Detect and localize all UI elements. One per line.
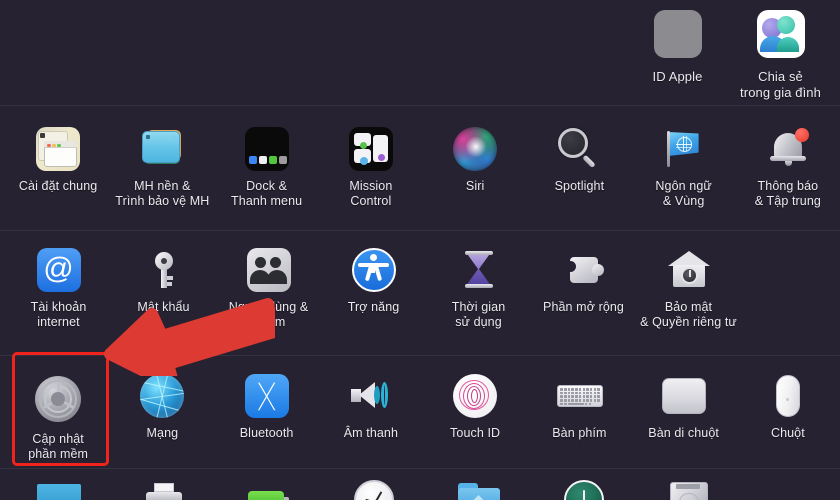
settings-item-sharing[interactable] (426, 477, 531, 500)
settings-item-startup-disk[interactable] (636, 477, 741, 500)
notification-badge (794, 128, 809, 142)
system-settings-window: ID Apple Chia sẻ trong gia đình Cài đặt … (0, 0, 840, 500)
settings-item-wallpaper[interactable]: MH nền & Trình bảo vệ MH (110, 126, 214, 208)
settings-item-label: Bàn phím (552, 426, 607, 440)
settings-item-label: Spotlight (554, 179, 605, 193)
wallpaper-screensaver-icon (139, 126, 185, 172)
settings-item-battery[interactable] (216, 477, 321, 500)
settings-item-spotlight[interactable]: Spotlight (527, 126, 631, 194)
language-region-flag-icon (661, 126, 707, 172)
settings-item-sound[interactable]: Âm thanh (319, 373, 423, 441)
family-sharing-icon (755, 8, 807, 60)
settings-item-label: Mật khẩu (137, 300, 190, 314)
dock-menubar-icon (244, 126, 290, 172)
time-machine-icon (561, 477, 607, 500)
extensions-puzzle-icon (561, 247, 607, 293)
battery-icon (246, 477, 292, 500)
settings-item-bluetooth[interactable]: ᚷ Bluetooth (215, 373, 319, 441)
displays-icon (36, 477, 82, 500)
settings-item-siri[interactable]: Siri (423, 126, 527, 194)
settings-item-label: Tài khoản internet (30, 300, 87, 329)
settings-item-label: Cài đặt chung (18, 179, 98, 193)
bluetooth-icon: ᚷ (244, 373, 290, 419)
settings-item-trackpad[interactable]: Bàn di chuột (632, 373, 736, 441)
date-time-clock-icon (351, 477, 397, 500)
settings-item-label: Cập nhật phần mềm (28, 432, 89, 461)
startup-disk-icon (666, 477, 712, 500)
settings-item-keyboard[interactable]: Bàn phím (527, 373, 631, 441)
settings-item-general[interactable]: Cài đặt chung (6, 126, 110, 194)
settings-item-security-privacy[interactable]: Bảo mật & Quyền riêng tư (636, 247, 741, 329)
settings-item-notifications[interactable]: Thông báo & Tập trung (736, 126, 840, 208)
software-update-icon (32, 373, 84, 425)
settings-item-label: Mạng (146, 426, 179, 440)
settings-item-label: Siri (465, 179, 485, 193)
settings-item-accessibility[interactable]: Trợ năng (321, 247, 426, 315)
settings-item-touch-id[interactable]: Touch ID (423, 373, 527, 441)
settings-item-label: Bluetooth (239, 426, 294, 440)
touch-id-fingerprint-icon (452, 373, 498, 419)
sharing-folder-icon (456, 477, 502, 500)
settings-item-label: Dock & Thanh menu (231, 179, 303, 208)
settings-item-dock[interactable]: Dock & Thanh menu (215, 126, 319, 208)
settings-item-family-sharing[interactable]: Chia sẻ trong gia đình (729, 8, 832, 101)
settings-item-label: Thông báo & Tập trung (754, 179, 821, 208)
settings-item-label: Âm thanh (343, 426, 399, 440)
mission-control-icon (348, 126, 394, 172)
settings-item-displays[interactable] (6, 477, 111, 500)
settings-item-label: Bảo mật & Quyền riêng tư (640, 300, 737, 329)
network-globe-icon (139, 373, 185, 419)
sound-speaker-icon (348, 373, 394, 419)
settings-item-label: Chia sẻ trong gia đình (740, 69, 821, 100)
general-settings-icon (35, 126, 81, 172)
settings-item-label: Người dùng & Nhóm (228, 300, 309, 329)
settings-item-apple-id[interactable]: ID Apple (626, 8, 729, 85)
apple-logo-icon (652, 8, 704, 60)
mouse-icon (765, 373, 811, 419)
settings-item-software-update[interactable]: Cập nhật phần mềm (6, 373, 110, 461)
security-privacy-house-icon (666, 247, 712, 293)
settings-row-4-partial (0, 469, 840, 500)
settings-item-label: MH nền & Trình bảo vệ MH (115, 179, 210, 208)
printers-scanners-icon (141, 477, 187, 500)
account-section: ID Apple Chia sẻ trong gia đình (0, 0, 840, 105)
settings-row-1: Cài đặt chung MH nền & Trình bảo vệ MH D… (0, 106, 840, 230)
settings-row-3: Cập nhật phần mềm Mạng ᚷ Bluetooth Âm th… (0, 356, 840, 468)
accessibility-icon (351, 247, 397, 293)
settings-item-screen-time[interactable]: Thời gian sử dụng (426, 247, 531, 329)
settings-item-label: Phần mở rộng (543, 300, 624, 314)
notifications-bell-icon (765, 126, 811, 172)
keyboard-icon (556, 373, 604, 419)
settings-row-2: @ Tài khoản internet Mật khẩu Người dùng… (0, 231, 840, 355)
screen-time-hourglass-icon (456, 247, 502, 293)
settings-item-users-groups[interactable]: Người dùng & Nhóm (216, 247, 321, 329)
settings-item-extensions[interactable]: Phần mở rộng (531, 247, 636, 315)
settings-item-time-machine[interactable] (531, 477, 636, 500)
trackpad-icon (661, 373, 707, 419)
settings-item-label: Trợ năng (347, 300, 400, 314)
passwords-key-icon (141, 247, 187, 293)
siri-icon (452, 126, 498, 172)
settings-item-label: ID Apple (652, 69, 703, 84)
settings-item-label: Thời gian sử dụng (451, 300, 506, 329)
internet-accounts-at-icon: @ (36, 247, 82, 293)
settings-item-label: Mission Control (349, 179, 393, 208)
settings-item-mission-control[interactable]: Mission Control (319, 126, 423, 208)
settings-item-internet-accounts[interactable]: @ Tài khoản internet (6, 247, 111, 329)
settings-item-label: Ngôn ngữ & Vùng (655, 179, 712, 208)
settings-item-network[interactable]: Mạng (110, 373, 214, 441)
settings-item-date-time[interactable] (321, 477, 426, 500)
settings-item-printers[interactable] (111, 477, 216, 500)
users-groups-icon (246, 247, 292, 293)
settings-item-mouse[interactable]: Chuột (736, 373, 840, 441)
settings-item-label: Bàn di chuột (648, 426, 719, 440)
spotlight-search-icon (556, 126, 602, 172)
settings-item-passwords[interactable]: Mật khẩu (111, 247, 216, 315)
settings-item-language-region[interactable]: Ngôn ngữ & Vùng (632, 126, 736, 208)
settings-item-label: Touch ID (450, 426, 501, 440)
settings-item-label: Chuột (770, 426, 805, 440)
